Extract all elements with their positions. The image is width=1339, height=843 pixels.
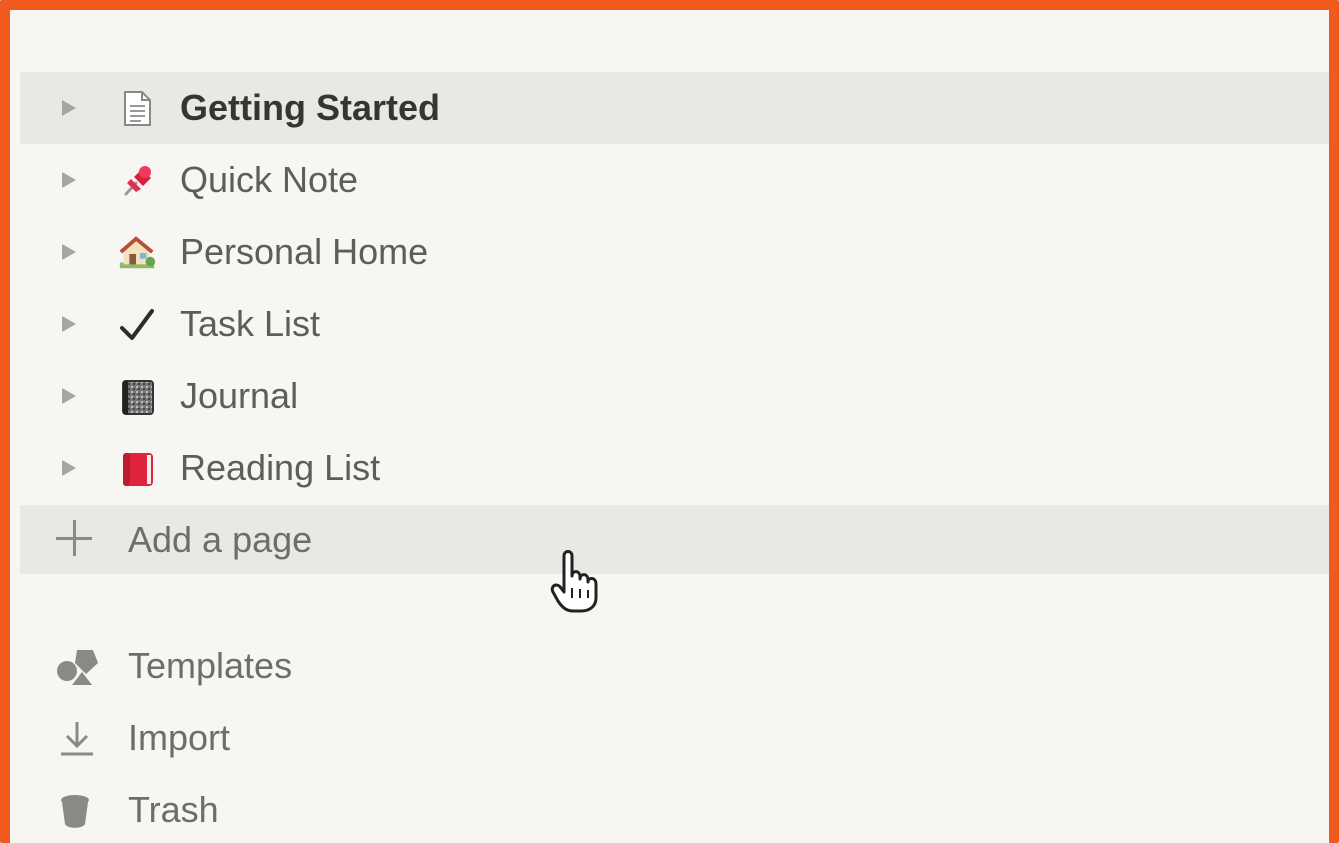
trash-button[interactable]: Trash [20,783,1329,837]
house-icon [117,233,157,273]
expand-arrow-icon[interactable] [62,388,76,404]
sidebar-item-label: Getting Started [180,87,441,128]
sidebar-item-label: Personal Home [180,231,429,272]
plus-icon [55,520,95,560]
expand-arrow-icon[interactable] [62,244,76,260]
add-page-button[interactable]: Add a page [20,505,1329,574]
sidebar-item-label: Quick Note [180,159,359,200]
page-list: Getting Started Quick Note Personal Home… [20,72,1329,504]
sidebar-item-task-list[interactable]: Task List [20,288,1329,360]
document-icon [117,89,157,129]
sidebar-item-reading-list[interactable]: Reading List [20,432,1329,504]
sidebar-screenshot-frame: Getting Started Quick Note Personal Home… [0,0,1339,843]
pointer-hand-cursor [550,550,598,613]
trash-icon [55,791,99,831]
red-book-icon [117,449,157,489]
trash-label: Trash [128,789,219,830]
import-button[interactable]: Import [20,711,1329,765]
sidebar-item-getting-started[interactable]: Getting Started [20,72,1329,144]
import-label: Import [128,717,231,758]
templates-icon [55,647,99,687]
notebook-icon [117,377,157,417]
expand-arrow-icon[interactable] [62,172,76,188]
pushpin-icon [117,161,157,201]
checkmark-icon [117,305,157,345]
sidebar-item-label: Reading List [180,447,381,488]
sidebar-item-label: Journal [180,375,299,416]
import-icon [55,719,99,759]
templates-label: Templates [128,645,293,686]
expand-arrow-icon[interactable] [62,316,76,332]
templates-button[interactable]: Templates [20,639,1329,693]
sidebar-item-personal-home[interactable]: Personal Home [20,216,1329,288]
sidebar-item-label: Task List [180,303,321,344]
expand-arrow-icon[interactable] [62,100,76,116]
expand-arrow-icon[interactable] [62,460,76,476]
sidebar-item-quick-note[interactable]: Quick Note [20,144,1329,216]
sidebar-item-journal[interactable]: Journal [20,360,1329,432]
add-page-label: Add a page [128,519,313,560]
